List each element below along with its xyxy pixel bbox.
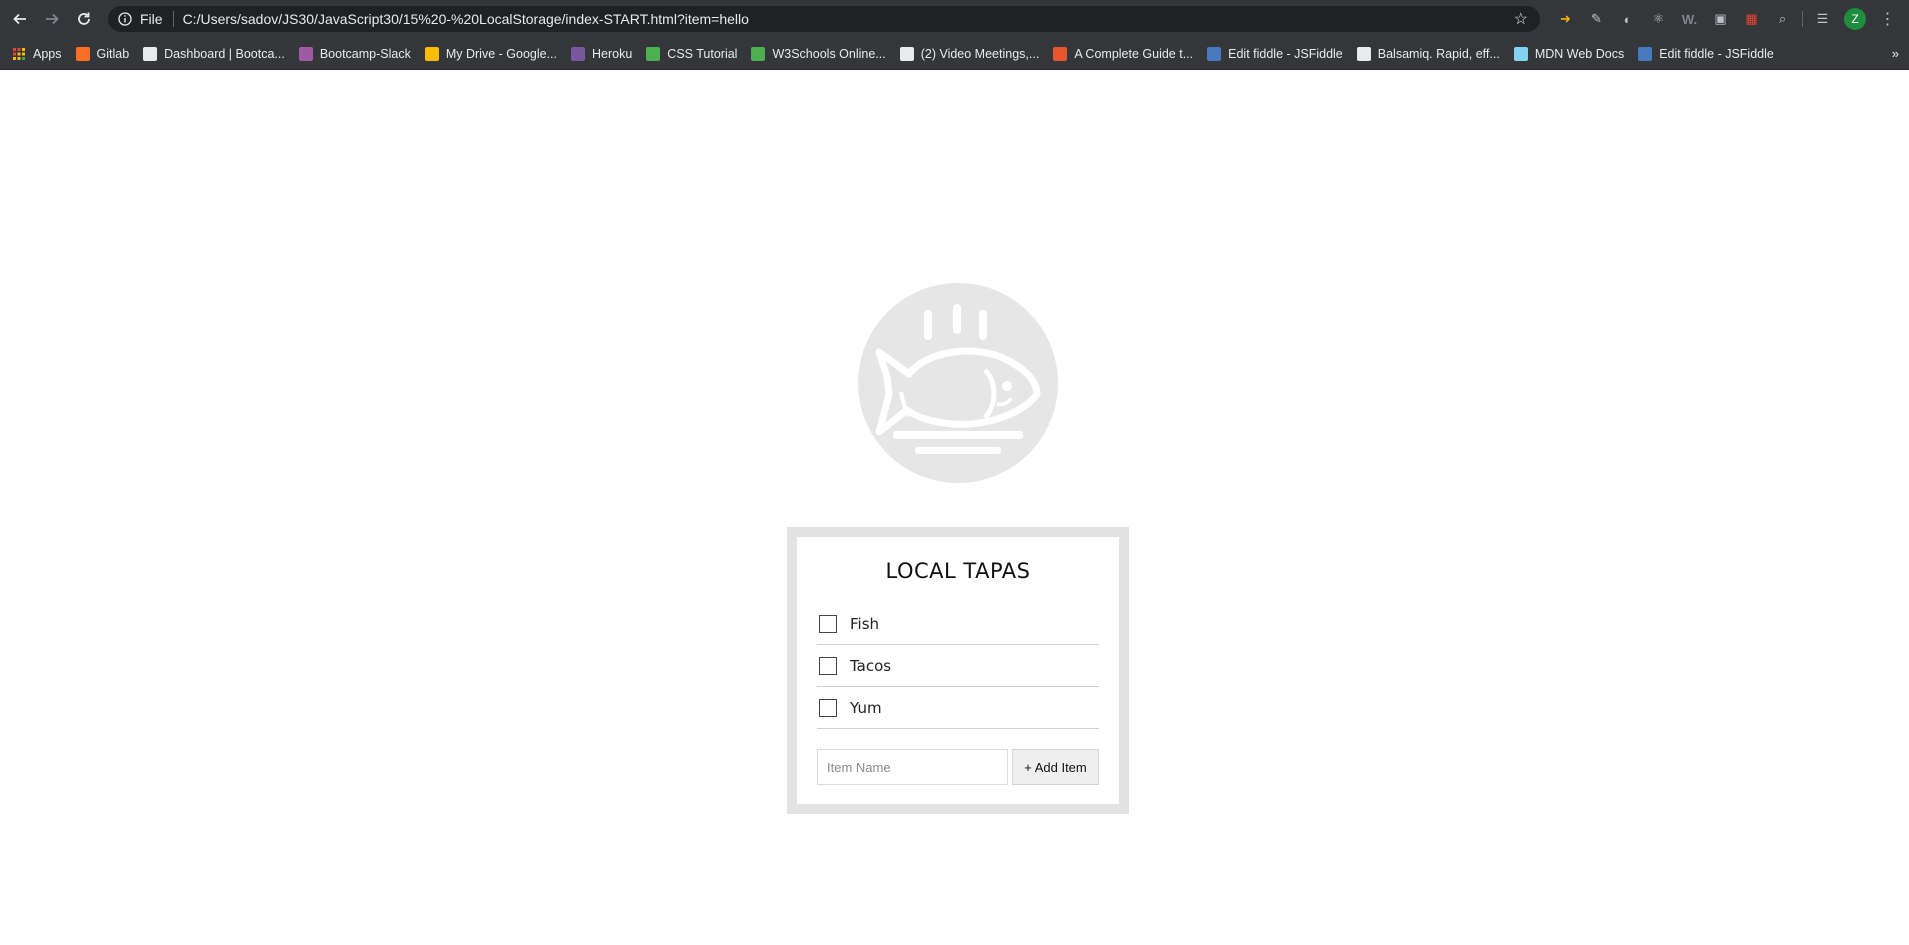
css-tricks-icon <box>1053 46 1068 61</box>
bookmark-item[interactable]: Apps <box>12 47 62 61</box>
wikipedia-icon <box>899 46 914 61</box>
item-name-input[interactable] <box>817 749 1008 785</box>
extension-colorful-icon[interactable]: ▦ <box>1741 11 1763 27</box>
balsamiq-icon <box>1356 46 1371 61</box>
bookmark-item[interactable]: Bootcamp-Slack <box>298 46 411 61</box>
profile-avatar[interactable]: Z <box>1844 8 1866 30</box>
bookmark-label: Dashboard | Bootca... <box>164 46 285 61</box>
bookmark-label: My Drive - Google... <box>445 46 557 61</box>
bookmark-item[interactable]: A Complete Guide t... <box>1053 46 1194 61</box>
bookmark-label: CSS Tutorial <box>667 46 738 61</box>
bookmark-item[interactable]: Dashboard | Bootca... <box>143 46 285 61</box>
list-item[interactable]: Fish <box>817 603 1099 645</box>
bookmark-item[interactable]: W3Schools Online... <box>751 46 886 61</box>
bookmark-item[interactable]: Edit fiddle - JSFiddle <box>1638 46 1774 61</box>
bookmark-label: (2) Video Meetings,... <box>920 46 1040 61</box>
bookmark-label: Edit fiddle - JSFiddle <box>1659 46 1774 61</box>
extensions-bar: ➜ ✎ ◐ ⚛ W. ▣ ▦ ⌕ ☰ Z ⋮ <box>1550 0 1909 38</box>
gitlab-icon <box>75 46 90 61</box>
bookmark-label: Apps <box>33 46 62 61</box>
local-tapas-card: LOCAL TAPAS Fish Tacos Yum + Add Item <box>787 527 1129 814</box>
back-button[interactable] <box>4 3 36 35</box>
jsfiddle-icon <box>1638 46 1653 61</box>
bookmark-label: Balsamiq. Rapid, eff... <box>1377 46 1500 61</box>
bookmark-item[interactable]: Balsamiq. Rapid, eff... <box>1356 46 1500 61</box>
page-title: LOCAL TAPAS <box>885 559 1031 583</box>
bookmark-star-icon[interactable]: ☆ <box>1514 9 1528 29</box>
extension-puzzle-icon[interactable]: ▣ <box>1710 11 1732 27</box>
extension-arrow-icon[interactable]: ➜ <box>1555 11 1577 27</box>
apps-grid-icon <box>12 47 26 61</box>
jsfiddle-icon <box>1207 46 1222 61</box>
fish-plate-logo <box>858 283 1058 483</box>
slack-icon <box>298 46 313 61</box>
address-separator <box>172 11 174 27</box>
address-bar[interactable]: File C:/Users/sadov/JS30/JavaScript30/15… <box>108 6 1540 32</box>
list-item[interactable]: Tacos <box>817 645 1099 687</box>
browser-menu-icon[interactable]: ⋮ <box>1877 11 1899 28</box>
bookmark-label: MDN Web Docs <box>1534 46 1625 61</box>
extension-pen-icon[interactable]: ✎ <box>1586 11 1608 27</box>
bookmarks-overflow-icon[interactable]: » <box>1892 46 1899 61</box>
item-label[interactable]: Fish <box>850 615 879 633</box>
url-scheme-label: File <box>140 11 163 27</box>
heroku-icon <box>571 46 585 61</box>
item-label[interactable]: Yum <box>850 699 882 717</box>
bookmark-label: Heroku <box>592 46 633 61</box>
site-info-icon[interactable] <box>112 12 138 26</box>
reading-list-icon[interactable]: ☰ <box>1812 11 1834 27</box>
item-checkbox[interactable] <box>819 614 837 633</box>
list-item[interactable]: Yum <box>817 687 1099 729</box>
bookmark-item[interactable]: Heroku <box>571 46 633 61</box>
bookmark-label: A Complete Guide t... <box>1074 46 1194 61</box>
mdn-icon <box>1513 46 1528 61</box>
bookmark-item[interactable]: (2) Video Meetings,... <box>899 46 1040 61</box>
bookmark-label: Gitlab <box>96 46 130 61</box>
item-checkbox[interactable] <box>819 698 837 717</box>
w3schools-icon <box>646 46 661 61</box>
bookmark-label: Edit fiddle - JSFiddle <box>1228 46 1343 61</box>
globe-icon <box>143 46 158 61</box>
toolbar-divider <box>1802 11 1803 27</box>
add-item-form: + Add Item <box>817 749 1099 785</box>
forward-button[interactable] <box>36 3 68 35</box>
add-item-button[interactable]: + Add Item <box>1012 749 1099 785</box>
bookmark-item[interactable]: MDN Web Docs <box>1513 46 1625 61</box>
reload-icon <box>78 12 90 25</box>
reload-button[interactable] <box>68 3 100 35</box>
bookmark-item[interactable]: Gitlab <box>75 46 130 61</box>
arrow-right-icon <box>46 13 59 25</box>
w3schools-icon <box>751 46 766 61</box>
item-label[interactable]: Tacos <box>850 657 891 675</box>
extension-w-icon[interactable]: W. <box>1679 11 1701 27</box>
arrow-left-icon <box>13 13 26 25</box>
bookmark-label: Bootcamp-Slack <box>319 46 411 61</box>
plates-list: Fish Tacos Yum <box>817 603 1099 729</box>
url-text[interactable]: C:/Users/sadov/JS30/JavaScript30/15%20-%… <box>183 11 749 27</box>
browser-toolbar: File C:/Users/sadov/JS30/JavaScript30/15… <box>0 0 1909 38</box>
bookmark-item[interactable]: CSS Tutorial <box>646 46 738 61</box>
bookmarks-bar: Apps Gitlab Dashboard | Bootca... Bootcamp-… <box>0 38 1909 70</box>
extension-circle-icon[interactable]: ◐ <box>1617 11 1639 27</box>
google-drive-icon <box>424 46 439 61</box>
react-devtools-icon[interactable]: ⚛ <box>1648 11 1670 27</box>
bookmark-item[interactable]: My Drive - Google... <box>424 46 557 61</box>
bookmark-label: W3Schools Online... <box>772 46 886 61</box>
extension-search-icon[interactable]: ⌕ <box>1772 11 1794 27</box>
bookmark-item[interactable]: Edit fiddle - JSFiddle <box>1207 46 1343 61</box>
item-checkbox[interactable] <box>819 656 837 675</box>
